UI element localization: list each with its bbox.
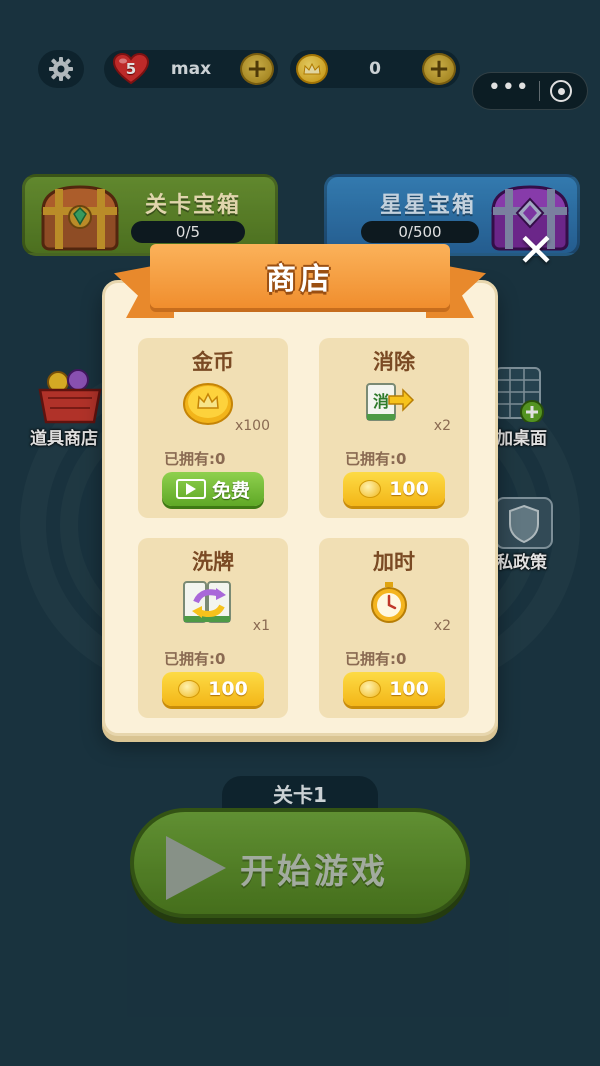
gold-coin-icon xyxy=(183,383,233,425)
buy-add-time-button[interactable]: 100 xyxy=(343,672,445,706)
tile-char: 消 xyxy=(373,392,389,411)
shop-item-eliminate: 消除 消 x2 已拥有:0 100 xyxy=(319,338,469,518)
free-button-label: 免费 xyxy=(211,479,250,502)
stopwatch-icon xyxy=(371,582,407,623)
owned-label: 已拥有: xyxy=(345,450,396,468)
shop-item-owned: 已拥有:0 xyxy=(164,448,225,469)
owned-value: 0 xyxy=(396,450,407,468)
shop-item-owned: 已拥有:0 xyxy=(164,648,225,669)
buy-shuffle-button[interactable]: 100 xyxy=(162,672,264,706)
coin-icon xyxy=(359,480,382,498)
shop-modal: 金币 x100 已拥有:0 免费 消除 消 x2 已拥有:0 100 洗牌 x1… xyxy=(102,280,498,736)
owned-value: 0 xyxy=(396,650,407,668)
close-shop-button[interactable]: ✕ xyxy=(514,223,558,277)
shop-title-ribbon: 商店 xyxy=(150,244,450,308)
shop-item-owned: 已拥有:0 xyxy=(345,448,406,469)
shop-item-shuffle: 洗牌 x1 已拥有:0 100 xyxy=(138,538,288,718)
video-icon xyxy=(175,479,206,499)
owned-label: 已拥有: xyxy=(164,450,215,468)
owned-label: 已拥有: xyxy=(164,650,215,668)
coin-icon xyxy=(178,680,201,698)
owned-value: 0 xyxy=(215,450,226,468)
shop-item-name: 洗牌 xyxy=(192,550,234,574)
price-label: 100 xyxy=(389,478,429,500)
shop-item-qty: x100 xyxy=(234,418,270,434)
shuffle-tiles-icon xyxy=(183,581,231,623)
free-video-button[interactable]: 免费 xyxy=(162,472,264,506)
shop-item-qty: x2 xyxy=(433,618,451,634)
shop-item-qty: x2 xyxy=(433,418,451,434)
shop-item-add-time: 加时 x2 已拥有:0 100 xyxy=(319,538,469,718)
shop-item-owned: 已拥有:0 xyxy=(345,648,406,669)
buy-eliminate-button[interactable]: 100 xyxy=(343,472,445,506)
coin-icon xyxy=(359,680,382,698)
price-label: 100 xyxy=(208,678,248,700)
close-icon: ✕ xyxy=(516,223,556,277)
shop-item-coins: 金币 x100 已拥有:0 免费 xyxy=(138,338,288,518)
shop-item-qty: x1 xyxy=(252,618,270,634)
shop-item-name: 金币 xyxy=(192,350,234,374)
owned-value: 0 xyxy=(215,650,226,668)
price-label: 100 xyxy=(389,678,429,700)
shop-item-name: 加时 xyxy=(373,550,415,574)
shop-title: 商店 xyxy=(266,262,334,297)
owned-label: 已拥有: xyxy=(345,650,396,668)
shop-item-name: 消除 xyxy=(373,350,415,374)
eliminate-tile-icon: 消 xyxy=(366,383,415,421)
